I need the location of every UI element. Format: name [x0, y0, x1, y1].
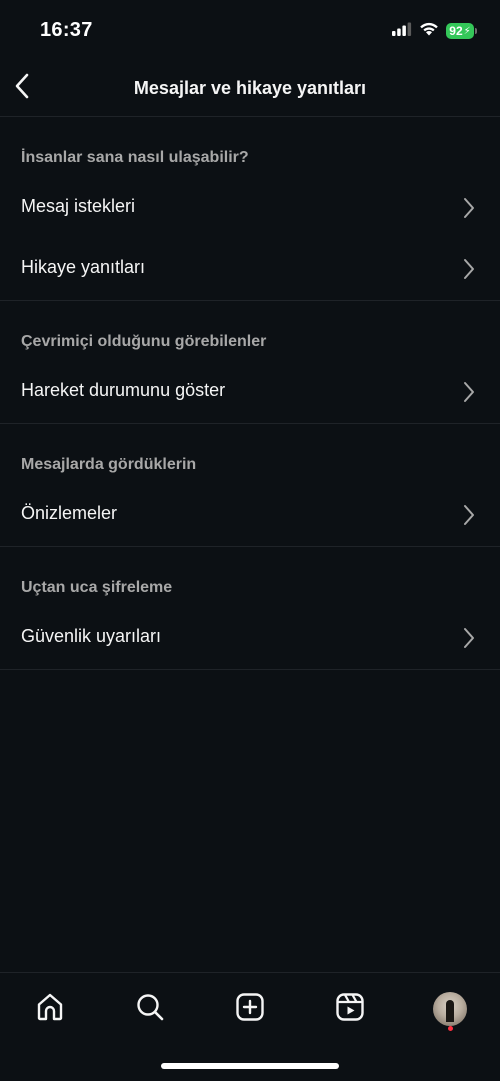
section-title: Çevrimiçi olduğunu görebilenler	[21, 333, 267, 350]
chevron-right-icon	[462, 258, 476, 280]
section-title: Mesajlarda gördüklerin	[21, 456, 197, 473]
profile-avatar	[433, 992, 467, 1026]
row-activity-status[interactable]: Hareket durumunu göster	[0, 362, 500, 423]
row-story-replies[interactable]: Hikaye yanıtları	[0, 239, 500, 300]
row-label: Güvenlik uyarıları	[21, 626, 162, 646]
create-icon	[234, 991, 266, 1028]
search-icon	[134, 991, 166, 1028]
row-message-requests[interactable]: Mesaj istekleri	[0, 178, 500, 239]
section-encryption: Uçtan uca şifreleme Güvenlik uyarıları	[0, 547, 500, 670]
row-previews[interactable]: Önizlemeler	[0, 485, 500, 546]
chevron-right-icon	[462, 197, 476, 219]
reels-icon	[334, 991, 366, 1028]
tab-create[interactable]	[230, 989, 270, 1029]
status-icons: 92 ⚡	[392, 21, 477, 41]
section-online-status: Çevrimiçi olduğunu görebilenler Hareket …	[0, 301, 500, 424]
row-label: Hareket durumunu göster	[21, 380, 226, 400]
row-security-alerts[interactable]: Güvenlik uyarıları	[0, 608, 500, 669]
wifi-icon	[419, 21, 439, 41]
row-label: Mesaj istekleri	[21, 196, 136, 216]
tab-profile[interactable]	[430, 989, 470, 1029]
battery-indicator: 92 ⚡	[446, 23, 477, 39]
battery-level: 92	[449, 24, 463, 38]
row-label: Hikaye yanıtları	[21, 257, 146, 277]
status-time: 16:37	[40, 19, 93, 41]
header: Mesajlar ve hikaye yanıtları	[0, 60, 500, 117]
home-icon	[34, 991, 66, 1028]
chevron-right-icon	[462, 381, 476, 403]
notification-dot	[448, 1026, 453, 1031]
row-label: Önizlemeler	[21, 503, 118, 523]
charging-bolt-icon: ⚡	[463, 25, 471, 37]
section-reach: İnsanlar sana nasıl ulaşabilir? Mesaj is…	[0, 117, 500, 301]
cellular-signal-icon	[392, 22, 412, 41]
status-bar: 16:37 92 ⚡	[0, 0, 500, 60]
chevron-right-icon	[462, 504, 476, 526]
tab-home[interactable]	[30, 989, 70, 1029]
home-indicator	[161, 1063, 339, 1069]
chevron-right-icon	[462, 627, 476, 649]
tab-search[interactable]	[130, 989, 170, 1029]
section-title: İnsanlar sana nasıl ulaşabilir?	[21, 149, 249, 166]
tab-reels[interactable]	[330, 989, 370, 1029]
page-title: Mesajlar ve hikaye yanıtları	[133, 78, 367, 98]
settings-list: İnsanlar sana nasıl ulaşabilir? Mesaj is…	[0, 117, 500, 670]
section-title: Uçtan uca şifreleme	[21, 579, 173, 596]
section-message-view: Mesajlarda gördüklerin Önizlemeler	[0, 424, 500, 547]
